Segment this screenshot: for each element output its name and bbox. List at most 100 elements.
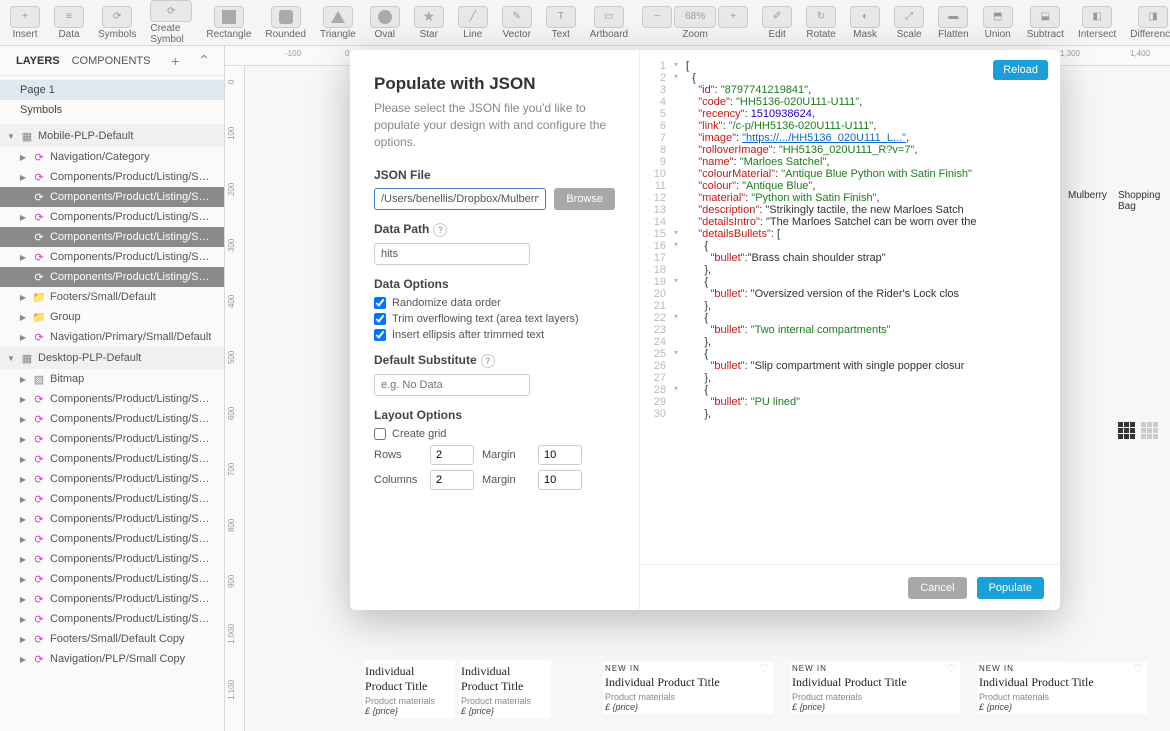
code-line: 22▾ { xyxy=(644,312,1060,324)
grid-icon-alt[interactable] xyxy=(1141,422,1158,439)
tool-rounded[interactable]: Rounded xyxy=(259,0,312,45)
tool-line[interactable]: ╱Line xyxy=(452,0,494,45)
layer-group-header[interactable]: ▦Desktop-PLP-Default xyxy=(0,347,224,369)
help-icon[interactable]: ? xyxy=(481,354,495,368)
tool-triangle[interactable]: Triangle xyxy=(314,0,362,45)
tool-scale[interactable]: ⤢Scale xyxy=(888,0,930,45)
layer-item[interactable]: ⟳Navigation/Primary/Small/Default xyxy=(0,327,224,347)
code-line: 1▾[ xyxy=(644,60,1060,72)
rows-label: Rows xyxy=(374,449,422,461)
layer-item[interactable]: 📁Footers/Small/Default xyxy=(0,287,224,307)
layer-item[interactable]: ⟳Navigation/PLP/Small Copy xyxy=(0,649,224,669)
margin-input[interactable] xyxy=(538,445,582,465)
page-item[interactable]: Page 1 xyxy=(0,80,224,100)
layer-item[interactable]: ⟳Components/Product/Listing/Small C... xyxy=(0,489,224,509)
layer-item[interactable]: ⟳Components/Product/Listing/Small C... xyxy=(0,569,224,589)
checkbox-randomize[interactable]: Randomize data order xyxy=(374,297,615,309)
browse-button[interactable]: Browse xyxy=(554,188,615,210)
product-price: £ {price} xyxy=(365,706,453,716)
tool-union[interactable]: ⬒Union xyxy=(977,0,1019,45)
margin-input[interactable] xyxy=(538,470,582,490)
section-default-substitute: Default Substitute? xyxy=(374,353,615,368)
columns-input[interactable] xyxy=(430,470,474,490)
tab-components[interactable]: COMPONENTS xyxy=(66,55,157,67)
layer-group-header[interactable]: ▦Mobile-PLP-Default xyxy=(0,125,224,147)
product-price: £ {price} xyxy=(461,706,549,716)
layer-item[interactable]: ⟳Components/Product/Listing/Small C... xyxy=(0,509,224,529)
layer-item[interactable]: ⟳Components/Product/Listing/Small C... xyxy=(0,247,224,267)
layer-item[interactable]: ⟳Components/Product/Listing/Small C... xyxy=(0,167,224,187)
new-in-badge: NEW IN xyxy=(979,664,1145,673)
product-materials: Product materials xyxy=(365,696,453,706)
section-layout-options: Layout Options xyxy=(374,408,615,422)
grid-icon[interactable] xyxy=(1118,422,1135,439)
tool-oval[interactable]: Oval xyxy=(364,0,406,45)
tool-vector[interactable]: ✎Vector xyxy=(496,0,538,45)
tool-edit[interactable]: ✐Edit xyxy=(756,0,798,45)
code-line: 19▾ { xyxy=(644,276,1060,288)
layer-item[interactable]: ⟳Components/Product/Listing/Small C... xyxy=(0,389,224,409)
tool-create-symbol[interactable]: ⟳Create Symbol xyxy=(144,0,198,45)
checkbox-trim[interactable]: Trim overflowing text (area text layers) xyxy=(374,313,615,325)
help-icon[interactable]: ? xyxy=(433,223,447,237)
layer-item[interactable]: ⟳Components/Product/Listing/Small C... xyxy=(0,207,224,227)
layer-item[interactable]: ⟳Components/Product/Listing/Small C... xyxy=(0,549,224,569)
product-materials: Product materials xyxy=(461,696,549,706)
tool-flatten[interactable]: ▬Flatten xyxy=(932,0,975,45)
heart-icon[interactable]: ♡ xyxy=(759,662,769,675)
tool-mask[interactable]: ◐Mask xyxy=(844,0,886,45)
tool-data[interactable]: ≡Data xyxy=(48,0,90,45)
heart-icon[interactable]: ♡ xyxy=(946,662,956,675)
dialog-options-panel: Populate with JSON Please select the JSO… xyxy=(350,50,640,610)
json-file-input[interactable] xyxy=(374,188,546,210)
product-materials: Product materials xyxy=(792,692,958,702)
code-line: 26 "bullet": "Slip compartment with sing… xyxy=(644,360,1060,372)
layer-item[interactable]: ⟳Navigation/Category xyxy=(0,147,224,167)
tool-subtract[interactable]: ⬓Subtract xyxy=(1021,0,1070,45)
data-path-input[interactable] xyxy=(374,243,530,265)
code-line: 17 "bullet":"Brass chain shoulder strap" xyxy=(644,252,1060,264)
code-line: 23 "bullet": "Two internal compartments" xyxy=(644,324,1060,336)
tool-artboard[interactable]: ▭Artboard xyxy=(584,0,634,45)
layer-item[interactable]: ⟳Components/Product/Listing/Small C... xyxy=(0,449,224,469)
layer-item[interactable]: ⟳Components/Product/Listing/Small xyxy=(0,267,224,287)
tool-star[interactable]: ★Star xyxy=(408,0,450,45)
tool-insert[interactable]: +Insert xyxy=(4,0,46,45)
tool-rotate[interactable]: ↻Rotate xyxy=(800,0,842,45)
layer-item[interactable]: ⟳Components/Product/Listing/Small xyxy=(0,609,224,629)
tool-text[interactable]: TText xyxy=(540,0,582,45)
product-title: Individual Product Title xyxy=(605,675,771,690)
heart-icon[interactable]: ♡ xyxy=(1133,662,1143,675)
tool-intersect[interactable]: ◧Intersect xyxy=(1072,0,1122,45)
substitute-input[interactable] xyxy=(374,374,530,396)
layer-item[interactable]: ⟳Footers/Small/Default Copy xyxy=(0,629,224,649)
json-code-view[interactable]: 1▾[2▾ {3 "id": "8797741219841",4 "code":… xyxy=(640,60,1060,564)
tool-zoom[interactable]: −68%+Zoom xyxy=(636,0,754,45)
collapse-icon[interactable]: ⌃ xyxy=(194,52,214,69)
tool-rectangle[interactable]: Rectangle xyxy=(200,0,257,45)
checkbox-create-grid[interactable]: Create grid xyxy=(374,428,615,440)
cancel-button[interactable]: Cancel xyxy=(908,577,966,599)
code-line: 15▾ "detailsBullets": [ xyxy=(644,228,1060,240)
code-line: 13 "description": "Strikingly tactile, t… xyxy=(644,204,1060,216)
rows-input[interactable] xyxy=(430,445,474,465)
layer-item[interactable]: ▨Bitmap xyxy=(0,369,224,389)
layer-item[interactable]: ⟳Components/Product/Listing/Small C... xyxy=(0,409,224,429)
page-item[interactable]: Symbols xyxy=(0,100,224,120)
layer-item[interactable]: ⟳Components/Product/Listing/Small C... xyxy=(0,227,224,247)
tab-layers[interactable]: LAYERS xyxy=(10,55,66,67)
checkbox-ellipsis[interactable]: Insert ellipsis after trimmed text xyxy=(374,329,615,341)
layer-item[interactable]: ⟳Components/Product/Listing/Small C... xyxy=(0,529,224,549)
grid-view-toggle[interactable] xyxy=(1118,422,1158,439)
layer-item[interactable]: ⟳Components/Product/Listing/Small C... xyxy=(0,187,224,207)
layer-item[interactable]: ⟳Components/Product/Listing/Small C... xyxy=(0,429,224,449)
populate-button[interactable]: Populate xyxy=(977,577,1044,599)
tool-symbols[interactable]: ⟳Symbols xyxy=(92,0,142,45)
product-materials: Product materials xyxy=(605,692,771,702)
layer-item[interactable]: ⟳Components/Product/Listing/Small C... xyxy=(0,589,224,609)
add-page-icon[interactable]: + xyxy=(167,53,183,69)
layer-item[interactable]: 📁Group xyxy=(0,307,224,327)
tool-difference[interactable]: ◨Difference xyxy=(1124,0,1170,45)
product-price: £ {price} xyxy=(979,702,1145,712)
layer-item[interactable]: ⟳Components/Product/Listing/Small C... xyxy=(0,469,224,489)
